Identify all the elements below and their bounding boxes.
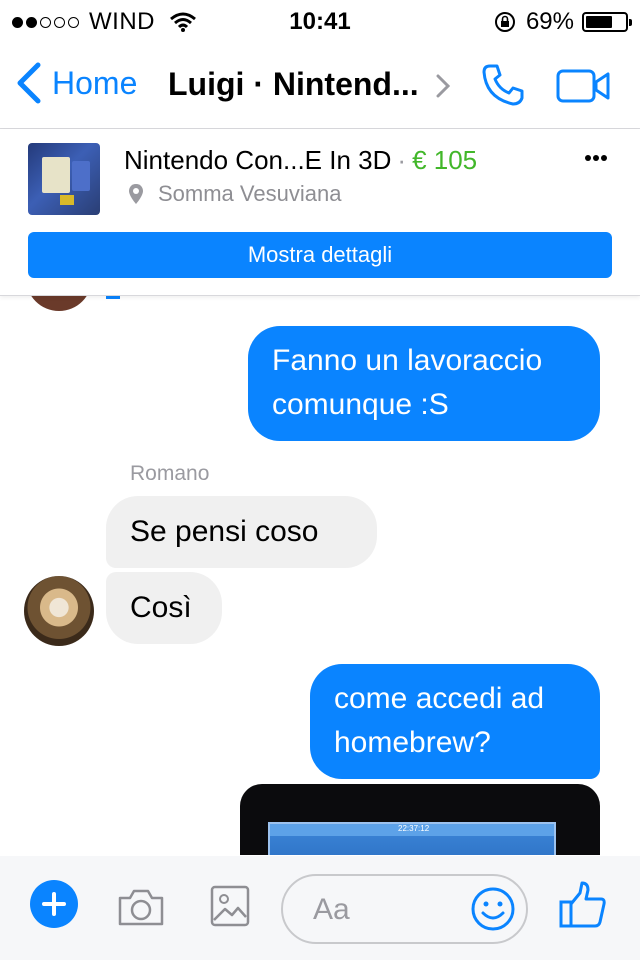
gallery-icon[interactable] xyxy=(210,884,250,928)
chevron-right-icon[interactable] xyxy=(436,74,450,98)
message-input[interactable] xyxy=(311,888,455,932)
outgoing-message[interactable]: come accedi ad homebrew? xyxy=(310,664,600,779)
add-button[interactable] xyxy=(30,880,78,928)
message-line: Fanno un lavoraccio xyxy=(272,344,543,377)
marketplace-product-card: Nintendo Con...E In 3D · € 105 Somma Vesuv… xyxy=(0,129,640,296)
sender-avatar[interactable] xyxy=(24,576,94,646)
rotation-lock-icon xyxy=(494,12,515,32)
product-title-line[interactable]: Nintendo Con...E In 3D · € 105 xyxy=(124,145,477,176)
message-line: comunque :S xyxy=(272,388,449,421)
back-button[interactable]: Home xyxy=(16,62,137,104)
photo-time: 22:37:12 xyxy=(398,824,430,833)
more-icon[interactable] xyxy=(584,153,608,163)
message-line: come accedi ad xyxy=(334,682,545,715)
navigation-bar: Home Luigi · Nintend... xyxy=(0,40,640,129)
outgoing-message[interactable]: Fanno un lavoraccio comunque :S xyxy=(248,326,600,441)
sender-name: Romano xyxy=(130,462,210,485)
product-price: € 105 xyxy=(412,145,478,175)
like-icon[interactable] xyxy=(558,880,608,930)
conversation-title[interactable]: Luigi · Nintend... xyxy=(168,66,419,103)
camera-icon[interactable] xyxy=(116,886,166,928)
incoming-message[interactable]: Se pensi coso xyxy=(106,496,377,568)
incoming-message[interactable]: Così xyxy=(106,572,222,644)
battery-percentage: 69% xyxy=(525,8,574,35)
photo-screen: 22:37:12 xyxy=(268,822,556,855)
location-text: Somma Vesuviana xyxy=(158,181,342,206)
video-call-icon[interactable] xyxy=(556,68,612,104)
show-details-button[interactable]: Mostra dettagli xyxy=(28,232,612,278)
message-line: homebrew? xyxy=(334,726,491,759)
message-composer xyxy=(0,856,640,960)
product-title: Nintendo Con...E In 3D xyxy=(124,145,392,175)
product-thumbnail[interactable] xyxy=(28,143,100,215)
product-location: Somma Vesuviana xyxy=(128,181,341,207)
call-icon[interactable] xyxy=(480,62,526,108)
plus-icon xyxy=(42,892,66,916)
emoji-icon[interactable] xyxy=(470,886,516,932)
photo-attachment[interactable]: 22:37:12 xyxy=(240,784,600,855)
back-chevron-icon xyxy=(17,62,41,104)
price-separator: · xyxy=(397,145,407,175)
status-bar: WIND 10:41 69% xyxy=(0,0,640,40)
back-label: Home xyxy=(52,64,138,101)
location-pin-icon xyxy=(129,184,143,204)
message-thread: Fanno un lavoraccio comunque :S Romano S… xyxy=(0,295,640,855)
battery-icon xyxy=(582,12,632,32)
avatar xyxy=(26,295,92,311)
